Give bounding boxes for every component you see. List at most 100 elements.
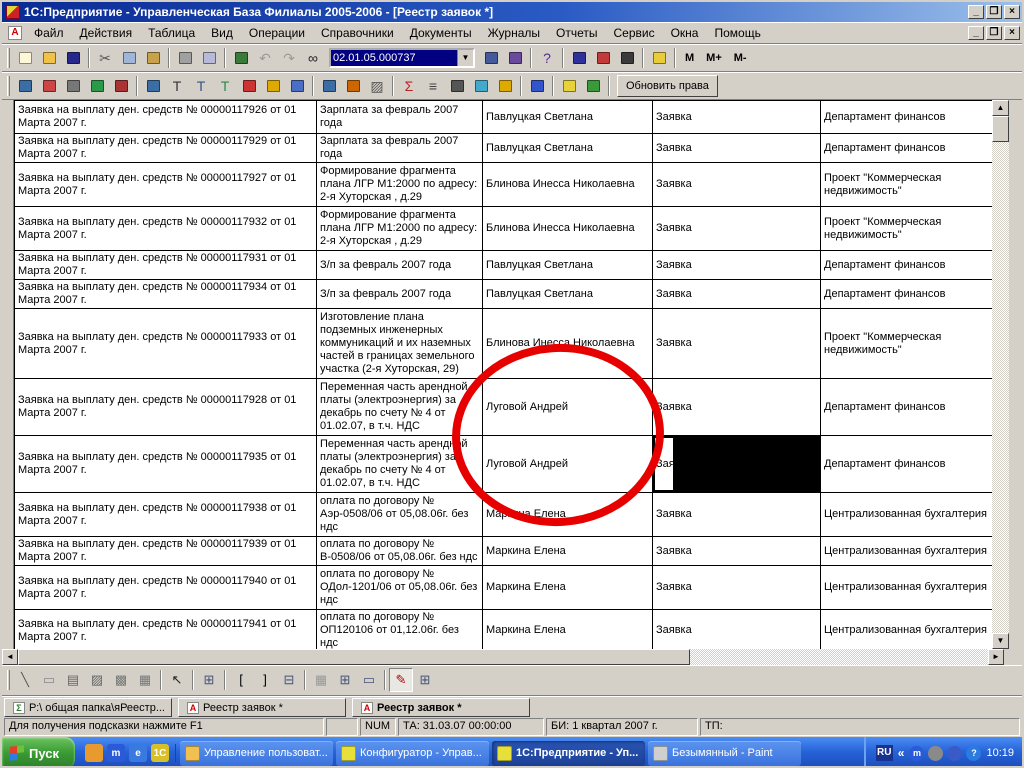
table-cell[interactable]: Заявка на выплату ден. средств № 0000011… xyxy=(15,566,317,610)
table-cell[interactable]: Централизованная бухгалтерия xyxy=(821,566,993,610)
book-icon[interactable] xyxy=(647,46,671,70)
tray-chevron-icon[interactable]: « xyxy=(898,746,905,760)
search-next-icon[interactable] xyxy=(479,46,503,70)
globe-icon[interactable] xyxy=(581,74,605,98)
calculator-icon[interactable] xyxy=(567,46,591,70)
menu-item[interactable]: Журналы xyxy=(480,24,548,42)
tab-report-file[interactable]: Σ Р:\ общая папка\яРеестр... xyxy=(4,698,172,717)
table-cell[interactable]: Заявка на выплату ден. средств № 0000011… xyxy=(15,207,317,251)
scroll-down-icon[interactable]: ▼ xyxy=(992,633,1009,649)
minimize-button[interactable]: _ xyxy=(968,5,984,19)
taskbar-button[interactable]: Управление пользоват... xyxy=(180,741,333,766)
list-icon[interactable]: ≡ xyxy=(421,74,445,98)
taskbar-button[interactable]: Безымянный - Paint xyxy=(648,741,801,766)
table-cell[interactable]: Переменная часть арендной платы (электро… xyxy=(317,436,483,493)
table-cell[interactable]: Централизованная бухгалтерия xyxy=(821,610,993,650)
table-cell[interactable]: Формирование фрагмента плана ЛГР М1:2000… xyxy=(317,163,483,207)
table-cell[interactable]: Заявка xyxy=(653,207,821,251)
pointer-tool-icon[interactable]: ↖ xyxy=(165,668,189,692)
monitor-chart-icon[interactable] xyxy=(13,74,37,98)
sum-table-icon[interactable]: ⊞ xyxy=(197,668,221,692)
table-cell[interactable]: Заявка xyxy=(653,566,821,610)
table-cell[interactable]: Заявка на выплату ден. средств № 0000011… xyxy=(15,101,317,134)
doc-yellow-icon[interactable] xyxy=(261,74,285,98)
table-cell[interactable]: З/п за февраль 2007 года xyxy=(317,280,483,309)
tree-icon[interactable] xyxy=(493,74,517,98)
print-preview-icon[interactable] xyxy=(197,46,221,70)
scroll-left-icon[interactable]: ◄ xyxy=(2,649,18,665)
table-cell[interactable]: Заявка на выплату ден. средств № 0000011… xyxy=(15,163,317,207)
table-cell[interactable]: Заявка xyxy=(653,379,821,436)
camera-icon[interactable] xyxy=(445,74,469,98)
save-sum-icon[interactable]: Σ xyxy=(397,74,421,98)
undo-icon[interactable]: ↶ xyxy=(253,46,277,70)
launch-ie-icon[interactable]: e xyxy=(129,744,147,762)
table-cell[interactable]: Департамент финансов xyxy=(821,436,993,493)
table-cell[interactable]: Проект "Коммерческая недвижимость" xyxy=(821,309,993,379)
table-cell[interactable]: Павлуцкая Светлана xyxy=(483,101,653,134)
table-cell[interactable]: Заявка xyxy=(653,436,821,493)
tray-messenger-icon[interactable]: m xyxy=(909,746,924,761)
table-cell[interactable]: Павлуцкая Светлана xyxy=(483,280,653,309)
table-cell[interactable]: Блинова Инесса Николаевна xyxy=(483,163,653,207)
table-cell[interactable]: Заявка на выплату ден. средств № 0000011… xyxy=(15,280,317,309)
table-cell[interactable]: Заявка на выплату ден. средств № 0000011… xyxy=(15,379,317,436)
memory-recall-button[interactable]: M xyxy=(679,52,700,64)
table-cell[interactable]: Луговой Андрей xyxy=(483,379,653,436)
language-indicator[interactable]: RU xyxy=(876,745,893,761)
document-number-combobox[interactable]: 02.01.05.000737 ▼ xyxy=(329,48,475,68)
table-cell[interactable]: Заявка на выплату ден. средств № 0000011… xyxy=(15,436,317,493)
table-cell[interactable]: Департамент финансов xyxy=(821,101,993,134)
table-cell[interactable]: Павлуцкая Светлана xyxy=(483,134,653,163)
table-cell[interactable]: Заявка на выплату ден. средств № 0000011… xyxy=(15,537,317,566)
table-cell[interactable]: Заявка на выплату ден. средств № 0000011… xyxy=(15,134,317,163)
table-cell[interactable]: Заявка xyxy=(653,163,821,207)
hierarchy-icon[interactable]: ⊟ xyxy=(277,668,301,692)
table-cell[interactable]: Заявка xyxy=(653,101,821,134)
pattern-rect-tool-icon[interactable]: ▨ xyxy=(85,668,109,692)
table-blue-icon[interactable] xyxy=(317,74,341,98)
table-cell[interactable]: оплата по договору № ОП120106 от 01,12.0… xyxy=(317,610,483,650)
menu-item[interactable]: Операции xyxy=(241,24,313,42)
marker-icon[interactable] xyxy=(615,46,639,70)
table-cell[interactable]: Зарплата за февраль 2007 года xyxy=(317,101,483,134)
monitor-key-icon[interactable] xyxy=(229,46,253,70)
menu-item[interactable]: Файл xyxy=(26,24,72,42)
tab-registry-2-active[interactable]: A Реестр заявок * xyxy=(352,698,530,717)
toolbar-grip[interactable] xyxy=(7,48,10,68)
cube-icon[interactable] xyxy=(37,74,61,98)
copy-icon[interactable] xyxy=(117,46,141,70)
table-cell[interactable]: Проект "Коммерческая недвижимость" xyxy=(821,207,993,251)
search-prev-icon[interactable] xyxy=(503,46,527,70)
table-cell[interactable]: Заявка на выплату ден. средств № 0000011… xyxy=(15,493,317,537)
grid-table-icon[interactable]: ⊞ xyxy=(413,668,437,692)
rectangle-tool-icon[interactable]: ▭ xyxy=(37,668,61,692)
launch-1c-icon[interactable]: 1С xyxy=(151,744,169,762)
find-icon[interactable]: ∞ xyxy=(301,46,325,70)
help-icon[interactable]: ? xyxy=(535,46,559,70)
ruler-icon[interactable]: ▭ xyxy=(357,668,381,692)
header-table-icon[interactable]: ⊞ xyxy=(333,668,357,692)
table-cell[interactable]: Переменная часть арендной платы (электро… xyxy=(317,379,483,436)
calendar-26-icon[interactable] xyxy=(557,74,581,98)
table-cell[interactable]: Департамент финансов xyxy=(821,251,993,280)
text-doc-plus-icon[interactable]: T xyxy=(189,74,213,98)
table-cell[interactable]: Блинова Инесса Николаевна xyxy=(483,207,653,251)
line-tool-icon[interactable]: ╲ xyxy=(13,668,37,692)
horizontal-scroll-track[interactable] xyxy=(690,649,988,665)
table-cell[interactable]: Маркина Елена xyxy=(483,610,653,650)
doc-table-icon[interactable] xyxy=(341,74,365,98)
table-cell[interactable]: Маркина Елена xyxy=(483,493,653,537)
menu-item[interactable]: Помощь xyxy=(706,24,768,42)
puzzle-icon[interactable] xyxy=(525,74,549,98)
picture-tool-icon[interactable]: ▩ xyxy=(109,668,133,692)
taskbar-button[interactable]: 1С:Предприятие - Уп... xyxy=(492,741,645,766)
table-cell[interactable]: Централизованная бухгалтерия xyxy=(821,493,993,537)
object-tool-icon[interactable]: ▦ xyxy=(133,668,157,692)
table-cell[interactable]: Заявка xyxy=(653,251,821,280)
tray-clock-icon[interactable] xyxy=(928,746,943,761)
table-cell[interactable]: З/п за февраль 2007 года xyxy=(317,251,483,280)
table-cell[interactable]: Изготовление плана подземных инженерных … xyxy=(317,309,483,379)
paste-icon[interactable] xyxy=(141,46,165,70)
table-cell[interactable]: Заявка xyxy=(653,537,821,566)
